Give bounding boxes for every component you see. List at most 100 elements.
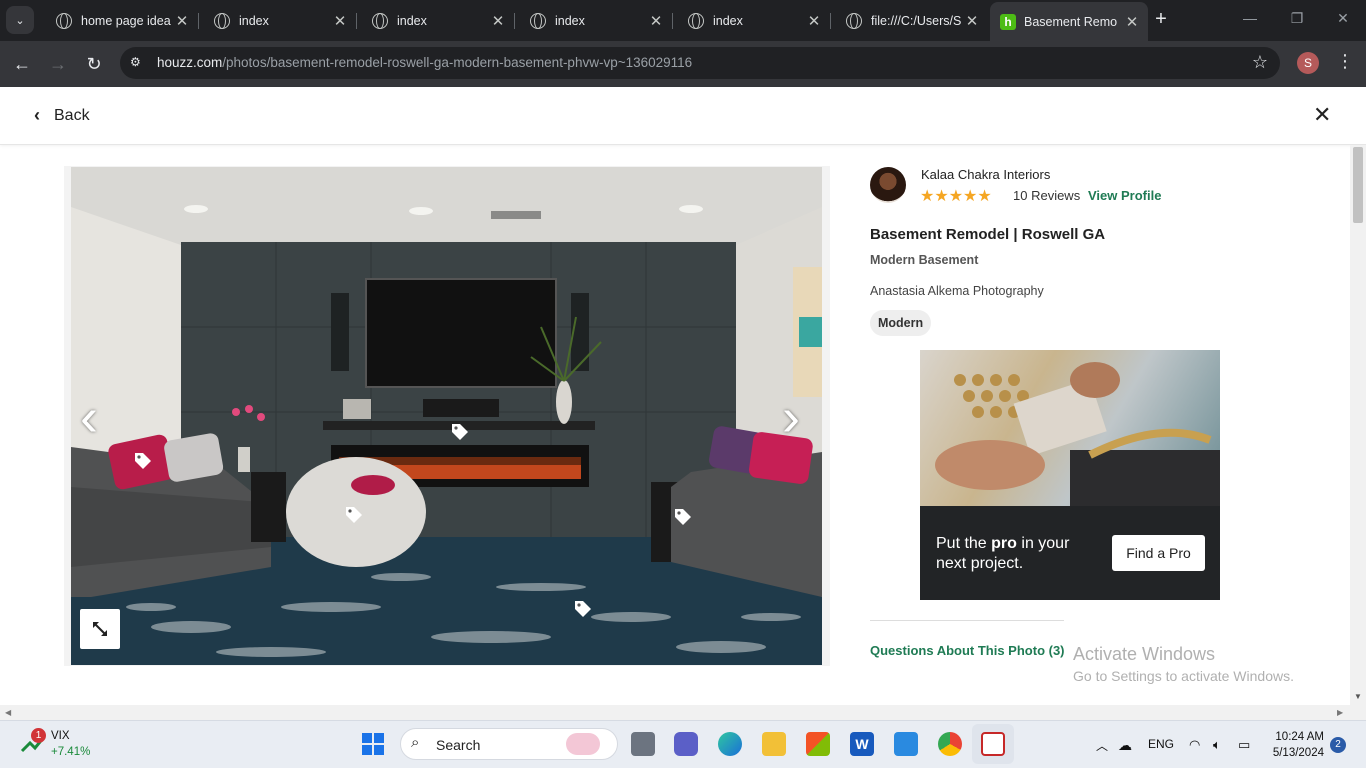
pro-name[interactable]: Kalaa Chakra Interiors — [921, 167, 1050, 182]
teams-icon[interactable] — [674, 732, 698, 756]
scroll-down-arrow-icon[interactable]: ▼ — [1354, 692, 1362, 701]
clock-time: 10:24 AM — [1275, 731, 1324, 743]
tab-title: index — [555, 13, 585, 28]
notification-badge[interactable]: 2 — [1330, 737, 1346, 753]
tab-title: home page idea — [81, 13, 171, 28]
pro-avatar[interactable] — [870, 167, 906, 203]
close-tab-icon[interactable]: ✕ — [804, 12, 824, 30]
vertical-scrollbar[interactable]: ▼ — [1350, 145, 1366, 705]
close-lightbox-icon[interactable]: ✕ — [1313, 102, 1331, 128]
close-tab-icon[interactable]: ✕ — [172, 12, 192, 30]
onedrive-cloud-icon[interactable]: ☁ — [1118, 737, 1132, 754]
tab-index-4[interactable]: index ✕ — [672, 4, 831, 37]
product-tag-icon[interactable] — [132, 450, 154, 472]
scrollbar-thumb[interactable] — [1353, 147, 1363, 223]
next-photo-icon[interactable]: › — [782, 390, 800, 444]
tab-index-2[interactable]: index ✕ — [356, 4, 515, 37]
tab-houzz-active[interactable]: h Basement Remo ✕ — [990, 2, 1148, 41]
windows-start-icon[interactable] — [361, 732, 385, 756]
tab-file[interactable]: file:///C:/Users/S ✕ — [830, 4, 988, 37]
battery-icon[interactable]: ▭ — [1238, 737, 1250, 753]
clock-date: 5/13/2024 — [1272, 747, 1324, 759]
restore-icon[interactable]: ❐ — [1287, 10, 1307, 27]
ad-image — [920, 350, 1220, 506]
rating-stars: ★★★★★ — [920, 188, 992, 205]
chrome-icon[interactable] — [938, 732, 962, 756]
taskbar-search[interactable]: ⌕ Search — [400, 728, 618, 760]
browser-menu-icon[interactable]: ⋮ — [1336, 51, 1354, 72]
scroll-left-arrow-icon[interactable]: ◀ — [5, 708, 11, 717]
file-explorer-icon[interactable] — [762, 732, 786, 756]
tab-title: index — [397, 13, 427, 28]
address-bar[interactable]: ⚙ houzz.com/photos/basement-remodel-rosw… — [120, 47, 1280, 79]
photo-category[interactable]: Modern Basement — [870, 253, 978, 267]
close-tab-icon[interactable]: ✕ — [330, 12, 350, 30]
profile-avatar[interactable]: S — [1297, 52, 1319, 74]
globe-icon — [214, 12, 230, 29]
ad-text: Put the — [936, 535, 992, 552]
back-button[interactable]: ‹ Back — [34, 105, 90, 126]
widget-badge: 1 — [31, 728, 46, 743]
tab-index-3[interactable]: index ✕ — [514, 4, 673, 37]
activate-windows-watermark: Activate Windows Go to Settings to activ… — [1073, 644, 1294, 684]
expand-fullscreen-button[interactable] — [80, 609, 120, 649]
search-icon: ⌕ — [411, 734, 420, 751]
bookmark-star-icon[interactable]: ☆ — [1252, 52, 1268, 73]
url-path: /photos/basement-remodel-roswell-ga-mode… — [222, 55, 693, 70]
site-info-icon[interactable]: ⚙ — [130, 55, 146, 71]
previous-photo-icon[interactable]: ‹ — [80, 390, 98, 444]
questions-link[interactable]: Questions About This Photo (3) — [870, 643, 1065, 658]
system-clock[interactable]: 10:24 AM 5/13/2024 — [1268, 729, 1324, 761]
tab-index-1[interactable]: index ✕ — [198, 4, 357, 37]
product-tag-icon[interactable] — [343, 504, 365, 526]
basement-room-image — [71, 167, 822, 665]
snipping-tool-icon[interactable] — [981, 732, 1005, 756]
back-arrow-icon[interactable]: ← — [11, 53, 33, 75]
photographer-credit: Anastasia Alkema Photography — [870, 284, 1044, 298]
close-tab-icon[interactable]: ✕ — [1122, 13, 1142, 31]
microsoft-store-icon[interactable] — [806, 732, 830, 756]
style-tag-pill[interactable]: Modern — [870, 310, 932, 336]
find-a-pro-button[interactable]: Find a Pro — [1112, 535, 1205, 571]
reviews-count[interactable]: 10 Reviews — [1013, 188, 1080, 203]
globe-icon — [56, 12, 72, 29]
scroll-right-arrow-icon[interactable]: ▶ — [1337, 708, 1343, 717]
watermark-subtitle: Go to Settings to activate Windows. — [1073, 668, 1294, 684]
url-host: houzz.com — [157, 55, 223, 70]
horizontal-scrollbar[interactable]: ◀ ▶ — [0, 705, 1366, 720]
volume-icon[interactable]: 🔈︎ — [1213, 737, 1221, 753]
tab-search-button[interactable]: ⌄ — [6, 6, 34, 34]
tab-title: Basement Remo — [1024, 14, 1118, 29]
globe-icon — [372, 12, 388, 29]
find-a-pro-ad[interactable]: Put the pro in your next project. Find a… — [920, 350, 1220, 600]
tab-home-page-idea[interactable]: home page idea ✕ — [40, 4, 199, 37]
wifi-icon[interactable]: ◠ — [1189, 737, 1200, 753]
reload-icon[interactable]: ↻ — [83, 53, 105, 75]
new-tab-button[interactable]: + — [1150, 8, 1172, 30]
widget-ticker[interactable]: VIX — [51, 730, 70, 742]
task-view-icon[interactable] — [631, 732, 655, 756]
forward-arrow-icon[interactable]: → — [47, 53, 69, 75]
close-tab-icon[interactable]: ✕ — [488, 12, 508, 30]
close-tab-icon[interactable]: ✕ — [646, 12, 666, 30]
edge-icon[interactable] — [718, 732, 742, 756]
widget-change: +7.41% — [51, 746, 91, 758]
basement-photo[interactable] — [71, 167, 822, 665]
minimize-icon[interactable]: — — [1240, 10, 1260, 26]
chevron-left-icon: ‹ — [34, 105, 40, 125]
product-tag-icon[interactable] — [449, 421, 471, 443]
ad-headline: Put the pro in your next project. — [936, 534, 1069, 574]
url-text[interactable]: houzz.com/photos/basement-remodel-roswel… — [157, 55, 692, 70]
vscode-icon[interactable] — [894, 732, 918, 756]
view-profile-link[interactable]: View Profile — [1088, 188, 1161, 203]
watermark-title: Activate Windows — [1073, 644, 1216, 664]
close-tab-icon[interactable]: ✕ — [962, 12, 982, 30]
language-indicator[interactable]: ENG — [1148, 737, 1174, 751]
chevron-up-icon[interactable]: ︿ — [1096, 737, 1108, 754]
ad-text-bold: pro — [991, 535, 1017, 552]
product-tag-icon[interactable] — [572, 598, 594, 620]
product-tag-icon[interactable] — [672, 506, 694, 528]
word-icon[interactable]: W — [850, 732, 874, 756]
window-close-icon[interactable]: ✕ — [1333, 10, 1353, 27]
browser-tab-strip: ⌄ home page idea ✕ index ✕ index ✕ index… — [0, 0, 1366, 41]
